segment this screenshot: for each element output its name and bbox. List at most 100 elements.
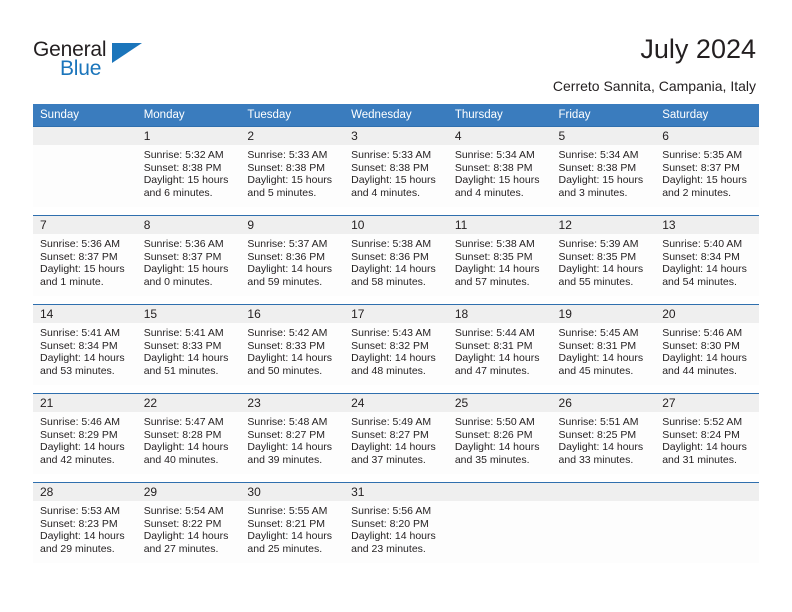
sunrise-text: Sunrise: 5:34 AM <box>558 149 639 161</box>
day-cell-inner: 16 Sunrise: 5:42 AM Sunset: 8:33 PM Dayligh… <box>240 305 345 385</box>
calendar-day-cell[interactable]: 21 Sunrise: 5:46 AM Sunset: 8:29 PM Dayligh… <box>33 393 137 474</box>
week-spacer-cell <box>33 474 759 483</box>
sunset-text: Sunset: 8:38 PM <box>454 161 533 174</box>
daylight-text: Daylight: 14 hours and 33 minutes. <box>558 441 644 466</box>
calendar-week-row: 28 Sunrise: 5:53 AM Sunset: 8:23 PM Dayligh… <box>33 482 759 563</box>
daylight-text: Daylight: 14 hours and 42 minutes. <box>40 441 125 466</box>
calendar-day-cell[interactable]: 8 Sunrise: 5:36 AM Sunset: 8:37 PM Daylight… <box>136 215 241 296</box>
day-number: 4 <box>447 127 552 145</box>
sunset-text: Sunset: 8:38 PM <box>143 161 222 174</box>
calendar-day-cell[interactable]: 3 Sunrise: 5:33 AM Sunset: 8:38 PM Daylight… <box>344 126 448 207</box>
calendar-day-cell[interactable]: 11 Sunrise: 5:38 AM Sunset: 8:35 PM Dayligh… <box>447 215 552 296</box>
day-number: 29 <box>136 483 241 501</box>
calendar-day-cell[interactable]: 2 Sunrise: 5:33 AM Sunset: 8:38 PM Daylight… <box>240 126 345 207</box>
sunrise-text: Sunrise: 5:34 AM <box>454 149 535 161</box>
sunset-text: Sunset: 8:27 PM <box>351 428 429 441</box>
day-cell-details: Sunrise: 5:51 AM Sunset: 8:25 PM Daylight:… <box>552 412 656 466</box>
day-cell-details: Sunrise: 5:46 AM Sunset: 8:30 PM Daylight:… <box>655 323 759 377</box>
day-cell-inner: 9 Sunrise: 5:37 AM Sunset: 8:36 PM Daylight… <box>240 216 345 296</box>
day-cell-inner: 13 Sunrise: 5:40 AM Sunset: 8:34 PM Dayligh… <box>655 216 759 296</box>
sunset-text: Sunset: 8:34 PM <box>662 250 740 263</box>
day-cell-details <box>552 501 656 505</box>
day-cell-inner <box>551 483 656 563</box>
day-cell-details: Sunrise: 5:39 AM Sunset: 8:35 PM Daylight:… <box>552 234 656 288</box>
calendar-day-cell[interactable]: 23 Sunrise: 5:48 AM Sunset: 8:27 PM Dayligh… <box>240 393 345 474</box>
day-cell-details: Sunrise: 5:38 AM Sunset: 8:35 PM Daylight:… <box>448 234 552 288</box>
day-cell-inner: 5 Sunrise: 5:34 AM Sunset: 8:38 PM Daylight… <box>551 127 656 207</box>
sunset-text: Sunset: 8:34 PM <box>40 339 118 352</box>
day-number: 1 <box>136 127 241 145</box>
day-number: 10 <box>344 216 448 234</box>
day-cell-inner: 22 Sunrise: 5:47 AM Sunset: 8:28 PM Dayligh… <box>136 394 241 474</box>
day-cell-inner: 1 Sunrise: 5:32 AM Sunset: 8:38 PM Daylight… <box>136 127 241 207</box>
sunset-text: Sunset: 8:38 PM <box>351 161 429 174</box>
calendar-day-cell[interactable]: 20 Sunrise: 5:46 AM Sunset: 8:30 PM Dayligh… <box>655 304 759 385</box>
logo-text-blue: Blue <box>60 57 102 80</box>
day-cell-inner: 29 Sunrise: 5:54 AM Sunset: 8:22 PM Dayligh… <box>136 483 241 563</box>
sunset-text: Sunset: 8:37 PM <box>40 250 118 263</box>
sunset-text: Sunset: 8:35 PM <box>558 250 637 263</box>
sunrise-text: Sunrise: 5:52 AM <box>662 416 743 428</box>
daylight-text: Daylight: 15 hours and 2 minutes. <box>662 174 747 199</box>
day-cell-inner: 20 Sunrise: 5:46 AM Sunset: 8:30 PM Dayligh… <box>655 305 759 385</box>
day-number: 30 <box>240 483 345 501</box>
daylight-text: Daylight: 15 hours and 5 minutes. <box>247 174 333 199</box>
day-cell-inner: 25 Sunrise: 5:50 AM Sunset: 8:26 PM Dayligh… <box>447 394 552 474</box>
sunrise-text: Sunrise: 5:54 AM <box>143 505 224 517</box>
calendar-day-cell[interactable]: 27 Sunrise: 5:52 AM Sunset: 8:24 PM Dayligh… <box>655 393 759 474</box>
calendar-day-cell[interactable]: 31 Sunrise: 5:56 AM Sunset: 8:20 PM Dayligh… <box>344 482 448 563</box>
triangle-icon <box>112 43 142 63</box>
day-cell-details: Sunrise: 5:33 AM Sunset: 8:38 PM Daylight:… <box>240 145 344 199</box>
calendar-day-cell[interactable]: 7 Sunrise: 5:36 AM Sunset: 8:37 PM Daylight… <box>33 215 137 296</box>
calendar-day-cell[interactable]: 26 Sunrise: 5:51 AM Sunset: 8:25 PM Dayligh… <box>551 393 656 474</box>
day-number: 24 <box>344 394 448 412</box>
day-cell-details: Sunrise: 5:38 AM Sunset: 8:36 PM Daylight:… <box>344 234 448 288</box>
day-cell-details: Sunrise: 5:32 AM Sunset: 8:38 PM Daylight:… <box>137 145 241 199</box>
sunset-text: Sunset: 8:38 PM <box>558 161 637 174</box>
day-cell-inner: 4 Sunrise: 5:34 AM Sunset: 8:38 PM Daylight… <box>447 127 552 207</box>
day-cell-inner: 27 Sunrise: 5:52 AM Sunset: 8:24 PM Dayligh… <box>655 394 759 474</box>
calendar-day-cell[interactable]: 6 Sunrise: 5:35 AM Sunset: 8:37 PM Daylight… <box>655 126 759 207</box>
calendar-day-cell[interactable]: 13 Sunrise: 5:40 AM Sunset: 8:34 PM Dayligh… <box>655 215 759 296</box>
sunset-text: Sunset: 8:21 PM <box>247 517 326 530</box>
calendar-day-cell[interactable]: 24 Sunrise: 5:49 AM Sunset: 8:27 PM Dayligh… <box>344 393 448 474</box>
calendar-day-cell[interactable]: 16 Sunrise: 5:42 AM Sunset: 8:33 PM Dayligh… <box>240 304 345 385</box>
day-cell-details <box>448 501 552 505</box>
day-number <box>33 127 137 145</box>
calendar-day-cell[interactable]: 5 Sunrise: 5:34 AM Sunset: 8:38 PM Daylight… <box>551 126 656 207</box>
day-number: 14 <box>33 305 137 323</box>
weekday-header-wednesday: Wednesday <box>344 104 448 127</box>
day-number: 27 <box>655 394 759 412</box>
sunset-text: Sunset: 8:35 PM <box>454 250 533 263</box>
calendar-day-cell[interactable]: 18 Sunrise: 5:44 AM Sunset: 8:31 PM Dayligh… <box>447 304 552 385</box>
day-cell-details: Sunrise: 5:46 AM Sunset: 8:29 PM Daylight:… <box>33 412 137 466</box>
calendar-day-cell[interactable]: 10 Sunrise: 5:38 AM Sunset: 8:36 PM Dayligh… <box>344 215 448 296</box>
calendar-day-cell[interactable]: 30 Sunrise: 5:55 AM Sunset: 8:21 PM Dayligh… <box>240 482 345 563</box>
weekday-header-friday: Friday <box>551 104 656 127</box>
calendar-day-cell[interactable]: 17 Sunrise: 5:43 AM Sunset: 8:32 PM Dayligh… <box>344 304 448 385</box>
calendar-day-cell[interactable]: 25 Sunrise: 5:50 AM Sunset: 8:26 PM Dayligh… <box>447 393 552 474</box>
weekday-header-tuesday: Tuesday <box>240 104 345 127</box>
calendar-day-cell[interactable]: 4 Sunrise: 5:34 AM Sunset: 8:38 PM Daylight… <box>447 126 552 207</box>
day-cell-details: Sunrise: 5:36 AM Sunset: 8:37 PM Daylight:… <box>137 234 241 288</box>
calendar-day-cell[interactable]: 22 Sunrise: 5:47 AM Sunset: 8:28 PM Dayligh… <box>136 393 241 474</box>
calendar-day-cell[interactable]: 28 Sunrise: 5:53 AM Sunset: 8:23 PM Dayligh… <box>33 482 137 563</box>
sunrise-text: Sunrise: 5:50 AM <box>454 416 535 428</box>
calendar-day-cell <box>33 126 137 207</box>
calendar-day-cell[interactable]: 29 Sunrise: 5:54 AM Sunset: 8:22 PM Dayligh… <box>136 482 241 563</box>
calendar-table: Sunday Monday Tuesday Wednesday Thursday… <box>33 104 759 563</box>
day-number: 18 <box>447 305 552 323</box>
calendar-day-cell[interactable]: 12 Sunrise: 5:39 AM Sunset: 8:35 PM Dayligh… <box>551 215 656 296</box>
calendar-day-cell[interactable]: 15 Sunrise: 5:41 AM Sunset: 8:33 PM Dayligh… <box>136 304 241 385</box>
calendar-day-cell[interactable]: 9 Sunrise: 5:37 AM Sunset: 8:36 PM Daylight… <box>240 215 345 296</box>
sunset-text: Sunset: 8:36 PM <box>351 250 429 263</box>
daylight-text: Daylight: 14 hours and 47 minutes. <box>454 352 540 377</box>
calendar-page: General Blue July 2024 Cerreto Sannita, … <box>0 0 792 612</box>
calendar-day-cell[interactable]: 14 Sunrise: 5:41 AM Sunset: 8:34 PM Dayligh… <box>33 304 137 385</box>
calendar-day-cell[interactable]: 19 Sunrise: 5:45 AM Sunset: 8:31 PM Dayligh… <box>551 304 656 385</box>
day-cell-details: Sunrise: 5:36 AM Sunset: 8:37 PM Daylight:… <box>33 234 137 288</box>
sunset-text: Sunset: 8:22 PM <box>143 517 222 530</box>
page-subtitle: Cerreto Sannita, Campania, Italy <box>552 78 756 94</box>
calendar-week-row: 14 Sunrise: 5:41 AM Sunset: 8:34 PM Dayligh… <box>33 304 759 385</box>
calendar-day-cell[interactable]: 1 Sunrise: 5:32 AM Sunset: 8:38 PM Daylight… <box>136 126 241 207</box>
